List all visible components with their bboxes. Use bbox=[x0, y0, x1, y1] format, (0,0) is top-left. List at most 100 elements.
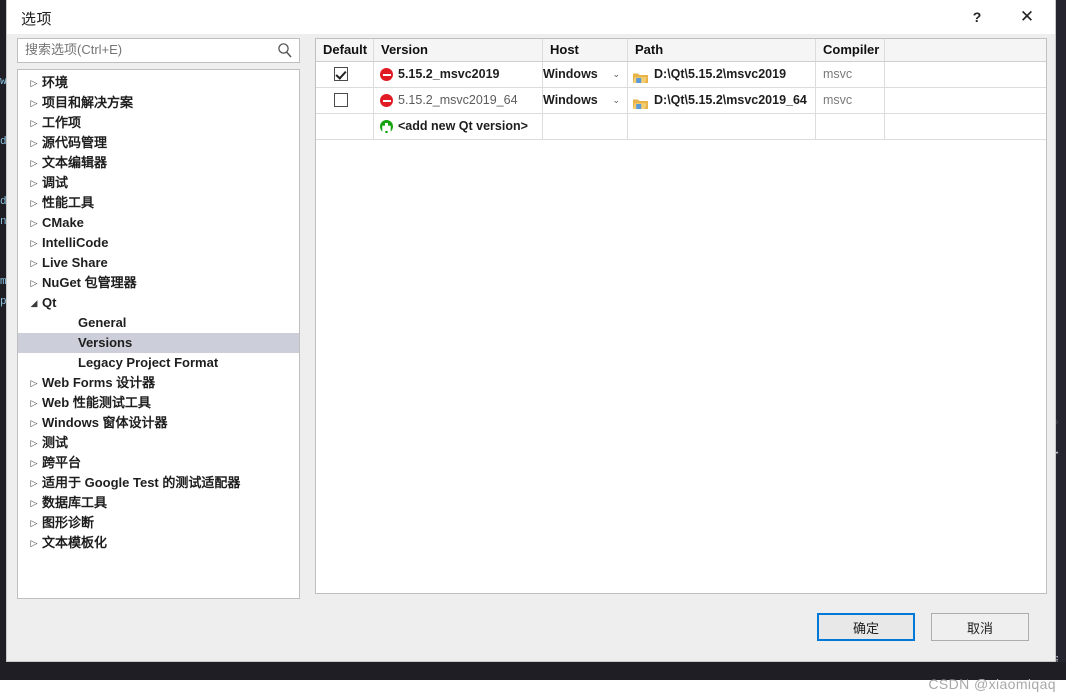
options-left-pane: ▷环境▷项目和解决方案▷工作项▷源代码管理▷文本编辑器▷调试▷性能工具▷CMak… bbox=[17, 38, 300, 599]
path-label: D:\Qt\5.15.2\msvc2019_64 bbox=[654, 88, 807, 113]
table-row[interactable]: 5.15.2_msvc2019_64 Windows ⌄ D:\Qt\5.15.… bbox=[316, 88, 1046, 114]
row-version-cell[interactable]: 5.15.2_msvc2019_64 bbox=[374, 88, 543, 113]
addrow-default-cell bbox=[316, 114, 374, 139]
tree-item-图形诊断[interactable]: ▷图形诊断 bbox=[18, 513, 299, 533]
chevron-right-icon[interactable]: ▷ bbox=[29, 173, 39, 193]
tree-item-项目和解决方案[interactable]: ▷项目和解决方案 bbox=[18, 93, 299, 113]
ok-button[interactable]: 确定 bbox=[817, 613, 915, 641]
tree-item-文本模板化[interactable]: ▷文本模板化 bbox=[18, 533, 299, 553]
version-label: 5.15.2_msvc2019 bbox=[398, 62, 499, 87]
search-box[interactable] bbox=[17, 38, 300, 63]
error-circle-icon bbox=[380, 94, 393, 107]
tree-item-调试[interactable]: ▷调试 bbox=[18, 173, 299, 193]
row-path-cell[interactable]: D:\Qt\5.15.2\msvc2019 bbox=[628, 62, 816, 87]
page-title: 选项 bbox=[21, 8, 52, 29]
cancel-button[interactable]: 取消 bbox=[931, 613, 1029, 641]
column-header-path: Path bbox=[628, 39, 816, 61]
tree-item-工作项[interactable]: ▷工作项 bbox=[18, 113, 299, 133]
host-value: Windows bbox=[543, 62, 598, 87]
row-default-cell[interactable] bbox=[316, 88, 374, 113]
chevron-right-icon[interactable]: ▷ bbox=[29, 133, 39, 153]
tree-item-general[interactable]: General bbox=[18, 313, 299, 333]
tree-item-环境[interactable]: ▷环境 bbox=[18, 73, 299, 93]
default-checkbox[interactable] bbox=[334, 93, 348, 107]
tree-item-数据库工具[interactable]: ▷数据库工具 bbox=[18, 493, 299, 513]
chevron-right-icon[interactable]: ▷ bbox=[29, 473, 39, 493]
version-label: 5.15.2_msvc2019_64 bbox=[398, 88, 518, 113]
row-default-cell[interactable] bbox=[316, 62, 374, 87]
chevron-down-icon[interactable]: ⌄ bbox=[612, 88, 620, 113]
chevron-right-icon[interactable]: ▷ bbox=[29, 253, 39, 273]
close-icon[interactable]: ✕ bbox=[1005, 0, 1049, 34]
chevron-right-icon[interactable]: ▷ bbox=[29, 373, 39, 393]
chevron-right-icon[interactable]: ▷ bbox=[29, 93, 39, 113]
search-icon bbox=[277, 42, 293, 59]
error-circle-icon bbox=[380, 68, 393, 81]
add-new-version-label: <add new Qt version> bbox=[398, 114, 528, 139]
row-path-cell[interactable]: D:\Qt\5.15.2\msvc2019_64 bbox=[628, 88, 816, 113]
chevron-right-icon[interactable]: ▷ bbox=[29, 193, 39, 213]
add-new-version-row[interactable]: <add new Qt version> bbox=[316, 114, 1046, 140]
tree-item-适用于-google-test-的测试适配器[interactable]: ▷适用于 Google Test 的测试适配器 bbox=[18, 473, 299, 493]
chevron-down-icon[interactable]: ⌄ bbox=[612, 62, 620, 87]
addrow-compiler-cell bbox=[816, 114, 885, 139]
chevron-right-icon[interactable]: ▷ bbox=[29, 493, 39, 513]
add-circle-icon bbox=[380, 120, 393, 133]
tree-item-cmake[interactable]: ▷CMake bbox=[18, 213, 299, 233]
tree-item-测试[interactable]: ▷测试 bbox=[18, 433, 299, 453]
tree-item-intellicode[interactable]: ▷IntelliCode bbox=[18, 233, 299, 253]
tree-item-nuget-包管理器[interactable]: ▷NuGet 包管理器 bbox=[18, 273, 299, 293]
tree-item-label: 文本模板化 bbox=[42, 533, 107, 553]
folder-icon bbox=[633, 94, 648, 106]
chevron-right-icon[interactable]: ▷ bbox=[29, 73, 39, 93]
row-host-cell[interactable]: Windows ⌄ bbox=[543, 62, 628, 87]
help-button[interactable]: ? bbox=[955, 0, 999, 34]
chevron-right-icon[interactable]: ▷ bbox=[29, 393, 39, 413]
column-header-version: Version bbox=[374, 39, 543, 61]
tree-item-label: Windows 窗体设计器 bbox=[42, 413, 168, 433]
search-input[interactable] bbox=[25, 42, 275, 57]
chevron-right-icon[interactable]: ▷ bbox=[29, 213, 39, 233]
tree-item-legacy-project-format[interactable]: Legacy Project Format bbox=[18, 353, 299, 373]
chevron-right-icon[interactable]: ▷ bbox=[29, 513, 39, 533]
tree-item-web-forms-设计器[interactable]: ▷Web Forms 设计器 bbox=[18, 373, 299, 393]
chevron-right-icon[interactable]: ▷ bbox=[29, 113, 39, 133]
chevron-right-icon[interactable]: ▷ bbox=[29, 433, 39, 453]
addrow-version-cell[interactable]: <add new Qt version> bbox=[374, 114, 543, 139]
tree-item-qt[interactable]: ◢Qt bbox=[18, 293, 299, 313]
row-host-cell[interactable]: Windows ⌄ bbox=[543, 88, 628, 113]
chevron-down-icon[interactable]: ◢ bbox=[29, 293, 39, 313]
grid-header-row: Default Version Host Path Compiler bbox=[316, 39, 1046, 62]
chevron-right-icon[interactable]: ▷ bbox=[29, 233, 39, 253]
addrow-extra-cell bbox=[885, 114, 1046, 139]
tree-item-label: Qt bbox=[42, 293, 56, 313]
backdrop-status-bar bbox=[0, 662, 1066, 680]
chevron-right-icon[interactable]: ▷ bbox=[29, 453, 39, 473]
tree-item-源代码管理[interactable]: ▷源代码管理 bbox=[18, 133, 299, 153]
tree-item-label: 适用于 Google Test 的测试适配器 bbox=[42, 473, 240, 493]
chevron-right-icon[interactable]: ▷ bbox=[29, 273, 39, 293]
options-category-tree[interactable]: ▷环境▷项目和解决方案▷工作项▷源代码管理▷文本编辑器▷调试▷性能工具▷CMak… bbox=[17, 69, 300, 599]
tree-item-versions[interactable]: Versions bbox=[18, 333, 299, 353]
tree-item-label: CMake bbox=[42, 213, 84, 233]
tree-item-windows-窗体设计器[interactable]: ▷Windows 窗体设计器 bbox=[18, 413, 299, 433]
tree-item-web-性能测试工具[interactable]: ▷Web 性能测试工具 bbox=[18, 393, 299, 413]
tree-item-文本编辑器[interactable]: ▷文本编辑器 bbox=[18, 153, 299, 173]
column-header-host: Host bbox=[543, 39, 628, 61]
tree-item-live-share[interactable]: ▷Live Share bbox=[18, 253, 299, 273]
chevron-right-icon[interactable]: ▷ bbox=[29, 153, 39, 173]
column-header-compiler: Compiler bbox=[816, 39, 885, 61]
row-extra-cell bbox=[885, 88, 1046, 113]
tree-item-label: General bbox=[78, 313, 126, 333]
folder-icon bbox=[633, 68, 648, 80]
qt-versions-grid[interactable]: Default Version Host Path Compiler 5.15.… bbox=[315, 38, 1047, 594]
chevron-right-icon[interactable]: ▷ bbox=[29, 533, 39, 553]
row-version-cell[interactable]: 5.15.2_msvc2019 bbox=[374, 62, 543, 87]
tree-item-label: 工作项 bbox=[42, 113, 81, 133]
tree-item-性能工具[interactable]: ▷性能工具 bbox=[18, 193, 299, 213]
chevron-right-icon[interactable]: ▷ bbox=[29, 413, 39, 433]
tree-item-label: IntelliCode bbox=[42, 233, 108, 253]
default-checkbox[interactable] bbox=[334, 67, 348, 81]
table-row[interactable]: 5.15.2_msvc2019 Windows ⌄ D:\Qt\5.15.2\m… bbox=[316, 62, 1046, 88]
tree-item-跨平台[interactable]: ▷跨平台 bbox=[18, 453, 299, 473]
